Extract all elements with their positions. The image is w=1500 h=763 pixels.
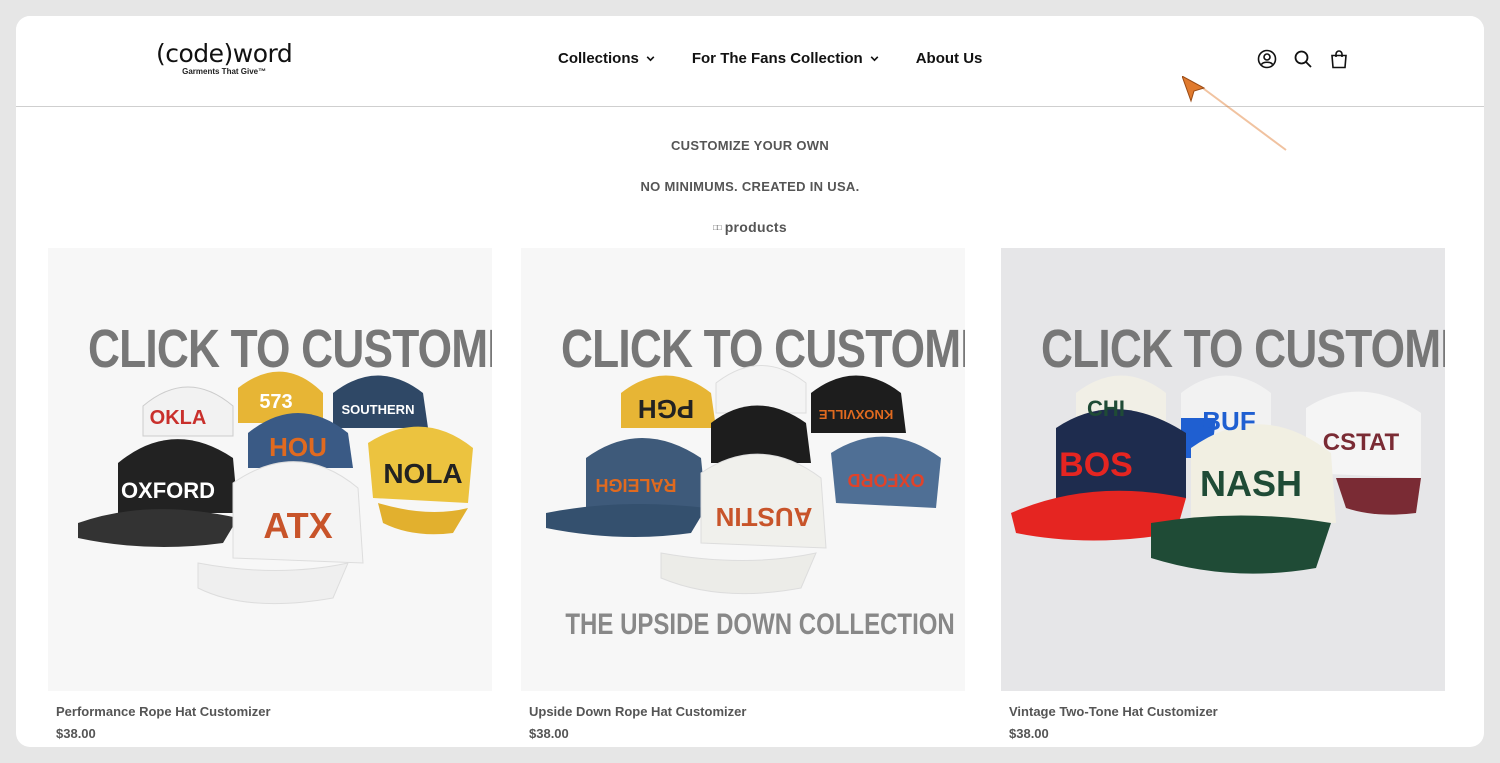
hat-label: AUSTIN [716, 502, 813, 532]
product-count-glyph: □□ [713, 223, 722, 232]
image-caption: THE UPSIDE DOWN COLLECTION [565, 608, 955, 641]
product-price: $38.00 [56, 726, 96, 741]
cart-icon[interactable] [1328, 48, 1350, 70]
product-price: $38.00 [529, 726, 569, 741]
logo-tagline: Garments That Give™ [182, 67, 267, 76]
product-title[interactable]: Vintage Two-Tone Hat Customizer [1009, 704, 1445, 719]
collection-subtitle: CUSTOMIZE YOUR OWN [670, 138, 830, 153]
hat-label: 573 [259, 391, 292, 413]
product-title[interactable]: Upside Down Rope Hat Customizer [529, 704, 965, 719]
nav-collections-label: Collections [558, 50, 639, 67]
product-image[interactable]: CLICK TO CUSTOMIZE OKLA 573 SOUTHERN HOU… [48, 248, 492, 691]
hat-label: SOUTHERN [342, 402, 415, 417]
hat-label: OXFORD [121, 478, 215, 503]
search-icon[interactable] [1292, 48, 1314, 70]
browser-page: (code)word Garments That Give™ Collectio… [16, 16, 1484, 747]
hat-label: RALEIGH [596, 475, 677, 495]
hat-label: BUF [1202, 406, 1255, 436]
collection-tagline: NO MINIMUMS. CREATED IN USA. [640, 179, 860, 194]
hats-illustration: CHI BUF CSTAT BOS NASH [1011, 375, 1421, 574]
hat [811, 375, 906, 433]
logo-wordmark: (code)word [156, 39, 293, 68]
product-price: $38.00 [1009, 726, 1049, 741]
chevron-down-icon [646, 56, 655, 62]
product-title[interactable]: Performance Rope Hat Customizer [56, 704, 492, 719]
hat-label: CHI [1087, 396, 1125, 421]
hats-illustration: PGH KNOXVILLE RALEIGH OXFORD AUSTIN [546, 365, 941, 595]
hat-label: NASH [1200, 463, 1302, 504]
nav-for-the-fans[interactable]: For The Fans Collection [692, 50, 880, 67]
product-card[interactable]: CLICK TO CUSTOMIZE PGH KNOXVILLE RALEIGH… [521, 248, 965, 741]
main-nav: Collections For The Fans Collection Abou… [558, 50, 982, 67]
nav-about-us[interactable]: About Us [916, 50, 983, 67]
hat-label: KNOXVILLE [818, 407, 893, 422]
header-icons [1256, 48, 1350, 70]
product-count: □□ products [16, 219, 1484, 235]
hat-label: PGH [638, 394, 694, 424]
nav-collections[interactable]: Collections [558, 50, 656, 67]
hat-label: OKLA [150, 407, 207, 429]
product-image[interactable]: CLICK TO CUSTOMIZE PGH KNOXVILLE RALEIGH… [521, 248, 965, 691]
product-card[interactable]: CLICK TO CUSTOMIZE OKLA 573 SOUTHERN HOU… [48, 248, 492, 741]
hat-label: BOS [1059, 446, 1133, 484]
nav-about-us-label: About Us [915, 50, 983, 67]
hats-illustration: OKLA 573 SOUTHERN HOU OXFORD NOLA ATX [78, 371, 473, 605]
chevron-down-icon [870, 56, 879, 62]
product-count-label: products [724, 219, 787, 235]
hat-label: HOU [269, 432, 327, 462]
product-card[interactable]: CLICK TO CUSTOMIZE CHI BUF CSTAT BOS NAS… [1001, 248, 1445, 741]
hat-label: ATX [263, 505, 332, 546]
hat-label: OXFORD [847, 470, 924, 490]
hat-label: NOLA [383, 458, 462, 489]
hat-label: CSTAT [1323, 429, 1400, 456]
logo[interactable]: (code)word Garments That Give™ [156, 39, 293, 77]
product-image[interactable]: CLICK TO CUSTOMIZE CHI BUF CSTAT BOS NAS… [1001, 248, 1445, 691]
account-icon[interactable] [1256, 48, 1278, 70]
nav-for-the-fans-label: For The Fans Collection [691, 50, 863, 67]
